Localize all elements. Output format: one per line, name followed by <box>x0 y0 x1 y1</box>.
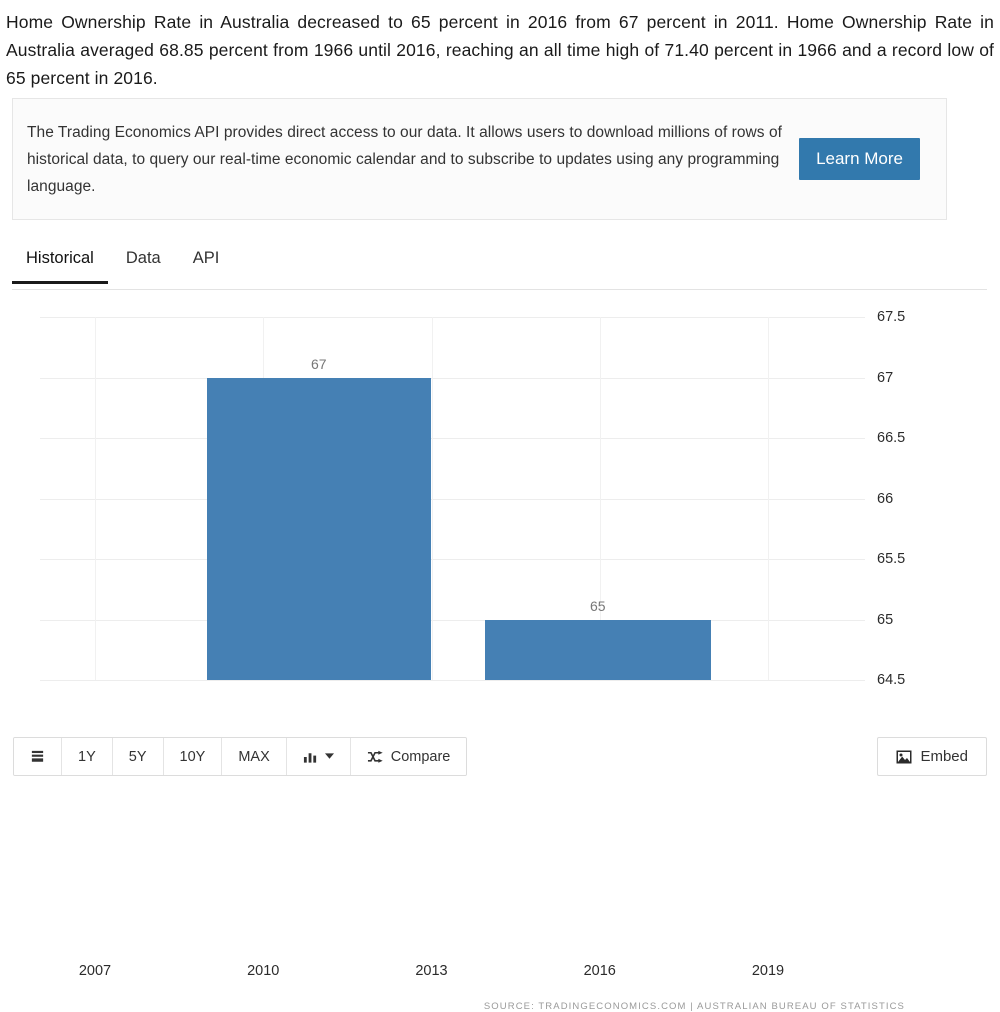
chart-gridline-horizontal <box>40 317 865 318</box>
tab-historical[interactable]: Historical <box>12 243 108 284</box>
chart-gridline-horizontal <box>40 498 865 500</box>
x-axis-tick-label: 2019 <box>751 963 785 979</box>
chart-source-note: SOURCE: TRADINGECONOMICS.COM | AUSTRALIA… <box>483 1001 905 1012</box>
bar-chart-icon <box>303 750 318 764</box>
range-1y-button[interactable]: 1Y <box>62 738 113 775</box>
range-max-button[interactable]: MAX <box>222 738 287 775</box>
compare-label: Compare <box>390 748 451 765</box>
historical-bar-chart[interactable]: SOURCE: TRADINGECONOMICS.COM | AUSTRALIA… <box>0 295 1000 1012</box>
api-promo-text: The Trading Economics API provides direc… <box>27 123 782 195</box>
y-axis-tick-label: 66 <box>877 490 894 507</box>
chart-gridline-horizontal <box>40 619 865 621</box>
learn-more-button[interactable]: Learn More <box>799 138 920 180</box>
y-axis-tick-label: 67.5 <box>877 309 906 325</box>
chart-type-dropdown[interactable] <box>286 738 351 775</box>
chart-bar-value-label: 67 <box>310 355 327 372</box>
list-view-button[interactable] <box>14 738 62 775</box>
x-axis-tick-label: 2016 <box>583 963 616 979</box>
chart-bar-value-label: 65 <box>589 597 606 614</box>
compare-button[interactable]: Compare <box>350 738 467 775</box>
x-axis-tick-label: 2013 <box>415 963 448 979</box>
chart-bar[interactable] <box>484 619 711 680</box>
y-axis-tick-label: 65.5 <box>877 551 906 567</box>
chart-bar[interactable] <box>206 377 431 680</box>
list-icon <box>30 749 45 764</box>
y-axis-tick-label: 66.5 <box>877 430 906 446</box>
embed-button[interactable]: Embed <box>877 737 987 776</box>
summary-paragraph: Home Ownership Rate in Australia decreas… <box>6 12 994 88</box>
chevron-down-icon <box>324 753 334 760</box>
chart-gridline-horizontal <box>40 438 865 439</box>
range-10y-button[interactable]: 10Y <box>163 738 223 775</box>
shuffle-icon <box>367 750 384 764</box>
image-icon <box>896 750 912 764</box>
embed-label: Embed <box>920 748 968 765</box>
y-axis-tick-label: 67 <box>877 369 894 386</box>
x-axis-tick-label: 2010 <box>247 963 280 979</box>
chart-plot-area <box>40 317 865 757</box>
y-axis-tick-label: 64.5 <box>877 672 906 688</box>
chart-gridline-vertical <box>768 317 769 680</box>
tab-data[interactable]: Data <box>112 243 175 283</box>
chart-gridline-horizontal <box>40 559 865 560</box>
x-axis-tick-label: 2007 <box>78 963 112 979</box>
chart-gridline-horizontal <box>40 680 865 681</box>
chart-gridline-horizontal <box>40 377 865 379</box>
chart-gridline-vertical <box>95 317 96 680</box>
range-5y-button[interactable]: 5Y <box>112 738 164 775</box>
tab-api[interactable]: API <box>179 243 234 283</box>
chart-toolbar: 1Y 5Y 10Y MAX Compare <box>13 737 468 776</box>
api-promo-banner: The Trading Economics API provides direc… <box>12 98 947 220</box>
chart-gridline-vertical <box>431 317 433 680</box>
y-axis-tick-label: 65 <box>877 611 894 628</box>
tab-bar: Historical Data API <box>12 243 987 290</box>
